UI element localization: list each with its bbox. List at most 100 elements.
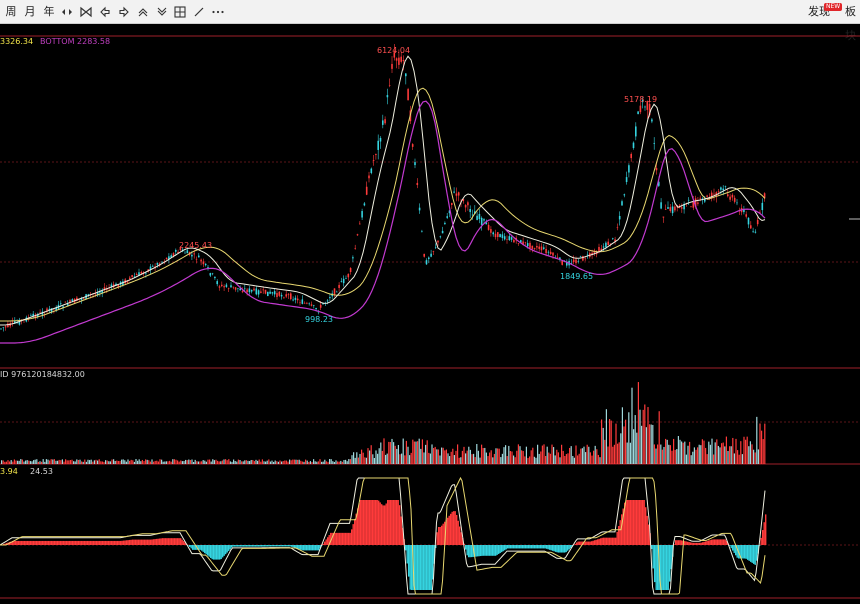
candle-body [663,217,665,218]
macd-bar [510,545,511,548]
volume-bar [171,462,172,464]
candle-body [428,258,430,259]
volume-bar [601,419,602,464]
volume-bar [417,441,418,464]
macd-bar [39,541,40,545]
zoom-compress-button[interactable] [78,4,94,20]
macd-bar [419,545,420,590]
volume-bar [119,461,120,464]
macd-bar [618,526,619,545]
macd-bar [63,541,64,545]
volume-bar [121,460,122,464]
period-year-button[interactable]: 年 [41,0,57,24]
volume-bar [385,455,386,464]
macd-bar [140,540,141,545]
macd-bar [267,545,268,547]
macd-bar [527,545,528,548]
chart-area[interactable]: 3326.34 BOTTOM 2283.58 2245.43 998.23 61… [0,24,860,600]
annotation-high-2: 6124.04 [377,46,410,55]
volume-bar [25,461,26,464]
zoom-fit-button[interactable] [59,4,75,20]
period-month-button[interactable]: 月 [22,0,38,24]
candle-body [426,260,428,264]
candle-body [451,203,453,205]
macd-bar [171,538,172,545]
macd-bar [45,541,46,545]
candle-body [3,327,5,328]
volume-bar [748,446,749,464]
volume-bar [251,460,252,464]
macd-bar [210,545,211,558]
candle-body [481,218,483,225]
volume-bar [603,428,604,464]
volume-bar [614,445,615,464]
macd-bar [170,538,171,545]
volume-bar [574,458,575,464]
candle-body [660,202,662,208]
volume-bar [262,459,263,464]
volume-bar [307,461,308,464]
macd-bar [548,545,549,549]
candle-body [757,220,759,224]
candle-body [157,263,159,265]
macd-bar [617,532,618,545]
period-week-button[interactable]: 周 [3,0,19,24]
macd-bar [627,500,628,545]
volume-bar [726,437,727,464]
volume-bar [567,453,568,464]
candle-body [297,299,299,301]
macd-bar [596,540,597,545]
volume-bar [99,459,100,464]
volume-bar [79,460,80,464]
macd-bar [87,541,88,545]
candle-body [83,298,85,299]
more-button[interactable] [210,4,226,20]
zoom-in-button[interactable] [135,4,151,20]
volume-bar [407,447,408,464]
layout-button[interactable] [172,4,188,20]
candle-body [552,253,554,256]
draw-line-button[interactable] [191,4,207,20]
macd-bar [516,545,517,548]
macd-bar [504,545,505,550]
volume-bar [454,455,455,464]
volume-bar [147,460,148,464]
macd-bar [51,541,52,545]
volume-bar [523,451,524,464]
move-right-button[interactable] [116,4,132,20]
macd-bar [498,545,499,554]
candle-body [141,272,143,274]
candle-body [290,293,292,299]
macd-bar [78,541,79,545]
macd-bar [93,541,94,545]
macd-bar [461,532,462,545]
macd-bar [285,545,286,546]
zoom-out-button[interactable] [154,4,170,20]
volume-bar [81,461,82,464]
macd-bar [231,545,232,548]
candle-body [357,234,359,235]
macd-bar [372,500,373,545]
macd-bar [180,538,181,545]
sector-link[interactable]: 板块 [845,0,860,24]
stock-chart-svg[interactable]: 3326.34 BOTTOM 2283.58 2245.43 998.23 61… [0,24,860,600]
volume-bar [697,447,698,464]
candle-body [249,288,251,292]
candle-body [423,254,425,257]
candle-body [111,285,113,287]
volume-bar [150,462,151,464]
candle-body [348,274,350,277]
move-left-button[interactable] [97,4,113,20]
volume-bar [331,459,332,464]
macd-bar [530,545,531,548]
volume-bar [713,455,714,464]
volume-bar [268,459,269,464]
volume-bar [70,460,71,464]
macd-bar [272,545,273,546]
volume-bar [663,447,664,464]
volume-bar [689,442,690,464]
macd-bar [428,545,429,590]
volume-bar [47,460,48,464]
volume-bar [758,449,759,464]
macd-bar [146,540,147,545]
